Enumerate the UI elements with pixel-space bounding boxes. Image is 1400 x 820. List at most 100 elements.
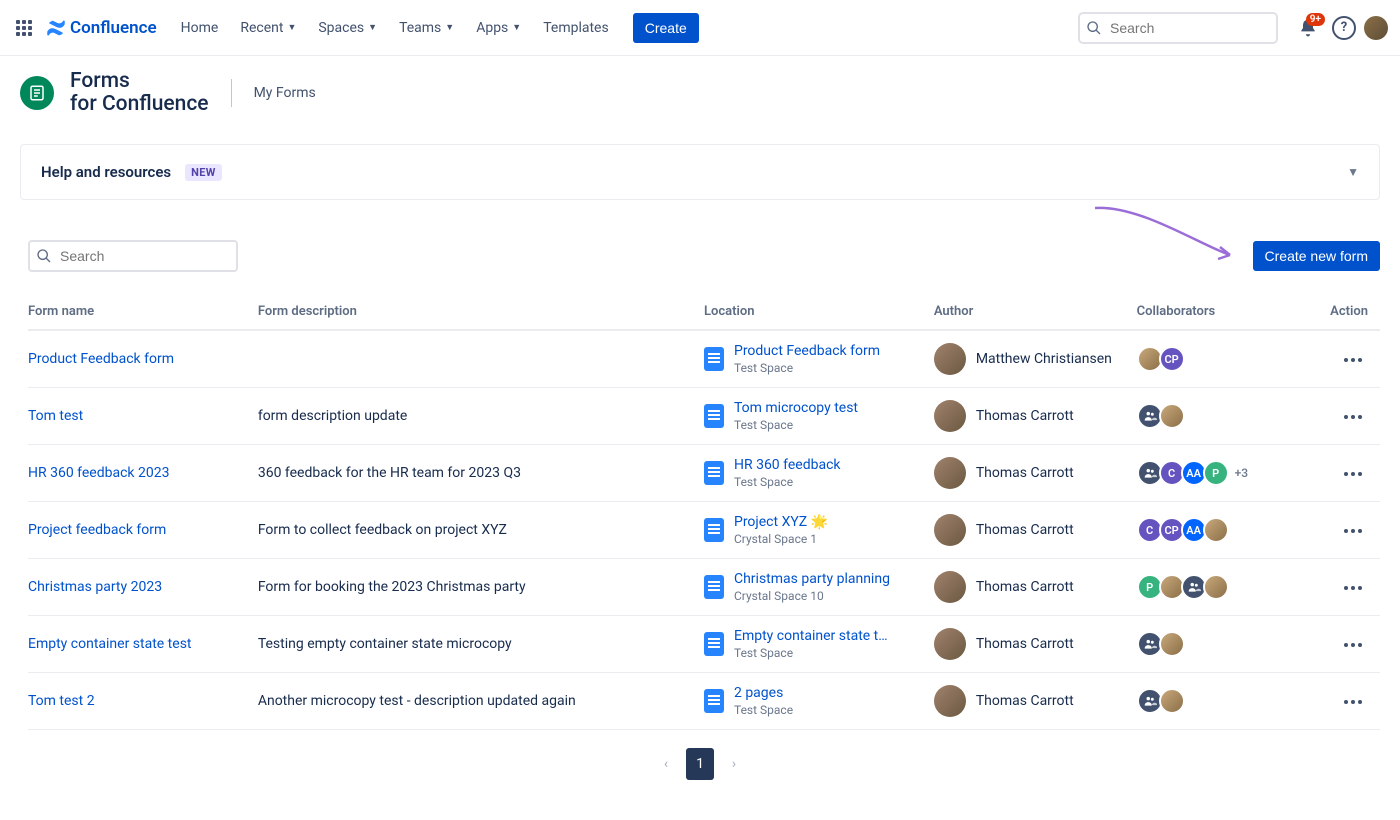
form-name-link[interactable]: Empty container state test xyxy=(28,636,192,652)
chevron-down-icon: ▼ xyxy=(1347,165,1359,179)
page-header: Forms for Confluence My Forms xyxy=(0,56,1400,126)
author-avatar[interactable] xyxy=(934,343,966,375)
notif-badge: 9+ xyxy=(1306,13,1325,26)
row-actions-menu[interactable] xyxy=(1338,466,1368,482)
page-icon xyxy=(704,518,724,542)
row-actions-menu[interactable] xyxy=(1338,409,1368,425)
page-next[interactable]: › xyxy=(720,748,748,780)
table-row: Empty container state testTesting empty … xyxy=(28,616,1380,673)
author-avatar[interactable] xyxy=(934,514,966,546)
collaborator-avatar[interactable]: P xyxy=(1203,460,1229,486)
row-actions-menu[interactable] xyxy=(1338,694,1368,710)
location-title[interactable]: Empty container state te… xyxy=(734,628,894,644)
nav-recent[interactable]: Recent▼ xyxy=(230,12,306,44)
author-name[interactable]: Thomas Carrott xyxy=(976,579,1074,595)
form-name-link[interactable]: Tom test xyxy=(28,408,83,424)
page-icon xyxy=(704,689,724,713)
page-icon xyxy=(704,575,724,599)
help-button[interactable]: ? xyxy=(1332,16,1356,40)
col-form-name: Form name xyxy=(28,296,258,330)
form-app-icon xyxy=(28,84,46,102)
collaborator-avatar[interactable] xyxy=(1203,517,1229,543)
author-name[interactable]: Matthew Christiansen xyxy=(976,351,1112,367)
location-space[interactable]: Test Space xyxy=(734,703,793,717)
location-space[interactable]: Test Space xyxy=(734,418,858,432)
author-avatar[interactable] xyxy=(934,628,966,660)
row-actions-menu[interactable] xyxy=(1338,580,1368,596)
collaborator-avatar[interactable] xyxy=(1159,688,1185,714)
author-avatar[interactable] xyxy=(934,400,966,432)
page-icon xyxy=(704,461,724,485)
chevron-down-icon: ▼ xyxy=(512,22,521,33)
product-logo[interactable]: Confluence xyxy=(46,18,157,38)
col-action: Action xyxy=(1312,296,1380,330)
nav-apps[interactable]: Apps▼ xyxy=(466,12,531,44)
page-icon xyxy=(704,347,724,371)
row-actions-menu[interactable] xyxy=(1338,523,1368,539)
row-actions-menu[interactable] xyxy=(1338,352,1368,368)
page-1[interactable]: 1 xyxy=(686,748,714,780)
form-name-link[interactable]: Project feedback form xyxy=(28,522,166,538)
location-space[interactable]: Crystal Space 1 xyxy=(734,532,828,546)
nav-teams[interactable]: Teams▼ xyxy=(389,12,464,44)
confluence-icon xyxy=(46,18,66,38)
collaborator-avatar[interactable] xyxy=(1159,631,1185,657)
page-icon xyxy=(704,404,724,428)
location-space[interactable]: Crystal Space 10 xyxy=(734,589,890,603)
create-button[interactable]: Create xyxy=(633,13,699,43)
author-avatar[interactable] xyxy=(934,571,966,603)
location-title[interactable]: Project XYZ 🌟 xyxy=(734,514,828,530)
table-row: Christmas party 2023 Form for booking the… xyxy=(28,559,1380,616)
collaborator-avatar[interactable] xyxy=(1159,403,1185,429)
nav-templates[interactable]: Templates xyxy=(533,12,619,44)
list-toolbar: Create new form xyxy=(28,240,1380,272)
author-name[interactable]: Thomas Carrott xyxy=(976,693,1074,709)
nav-spaces[interactable]: Spaces▼ xyxy=(308,12,387,44)
form-desc: Another microcopy test - description upd… xyxy=(258,673,704,730)
form-desc: Form for booking the 2023 Christmas part… xyxy=(258,559,704,616)
collaborator-avatar[interactable]: CP xyxy=(1159,346,1185,372)
list-search[interactable] xyxy=(28,240,238,272)
collaborator-avatar[interactable] xyxy=(1203,574,1229,600)
app-switcher-icon[interactable] xyxy=(12,16,36,40)
form-name-link[interactable]: HR 360 feedback 2023 xyxy=(28,465,169,481)
chevron-down-icon: ▼ xyxy=(287,22,296,33)
author-name[interactable]: Thomas Carrott xyxy=(976,408,1074,424)
location-title[interactable]: Christmas party planning xyxy=(734,571,890,587)
app-title: Forms for Confluence xyxy=(70,70,209,116)
location-title[interactable]: 2 pages xyxy=(734,685,793,701)
nav-home[interactable]: Home xyxy=(171,12,229,44)
search-icon xyxy=(36,248,52,264)
location-title[interactable]: HR 360 feedback xyxy=(734,457,841,473)
list-search-input[interactable] xyxy=(28,240,238,272)
author-avatar[interactable] xyxy=(934,685,966,717)
profile-avatar[interactable] xyxy=(1364,16,1388,40)
collab-more-count[interactable]: +3 xyxy=(1235,466,1248,480)
create-new-form-button[interactable]: Create new form xyxy=(1253,241,1380,271)
form-name-link[interactable]: Product Feedback form xyxy=(28,351,174,367)
author-avatar[interactable] xyxy=(934,457,966,489)
form-desc: 360 feedback for the HR team for 2023 Q3 xyxy=(258,445,704,502)
chevron-down-icon: ▼ xyxy=(445,22,454,33)
form-desc: Form to collect feedback on project XYZ xyxy=(258,502,704,559)
author-name[interactable]: Thomas Carrott xyxy=(976,636,1074,652)
table-row: Project feedback form Form to collect fee… xyxy=(28,502,1380,559)
form-desc: form description update xyxy=(258,388,704,445)
row-actions-menu[interactable] xyxy=(1338,637,1368,653)
help-resources-panel[interactable]: Help and resources NEW ▼ xyxy=(20,144,1380,200)
form-name-link[interactable]: Tom test 2 xyxy=(28,693,95,709)
page-prev[interactable]: ‹ xyxy=(652,748,680,780)
global-search[interactable] xyxy=(1078,12,1278,44)
forms-table: Form name Form description Location Auth… xyxy=(28,296,1380,730)
notifications-button[interactable]: 9+ xyxy=(1292,12,1324,44)
location-title[interactable]: Tom microcopy test xyxy=(734,400,858,416)
location-title[interactable]: Product Feedback form xyxy=(734,343,880,359)
location-space[interactable]: Test Space xyxy=(734,475,841,489)
location-space[interactable]: Test Space xyxy=(734,646,894,660)
location-space[interactable]: Test Space xyxy=(734,361,880,375)
form-name-link[interactable]: Christmas party 2023 xyxy=(28,579,162,595)
author-name[interactable]: Thomas Carrott xyxy=(976,522,1074,538)
author-name[interactable]: Thomas Carrott xyxy=(976,465,1074,481)
global-search-input[interactable] xyxy=(1078,12,1278,44)
breadcrumb-my-forms[interactable]: My Forms xyxy=(254,85,316,101)
